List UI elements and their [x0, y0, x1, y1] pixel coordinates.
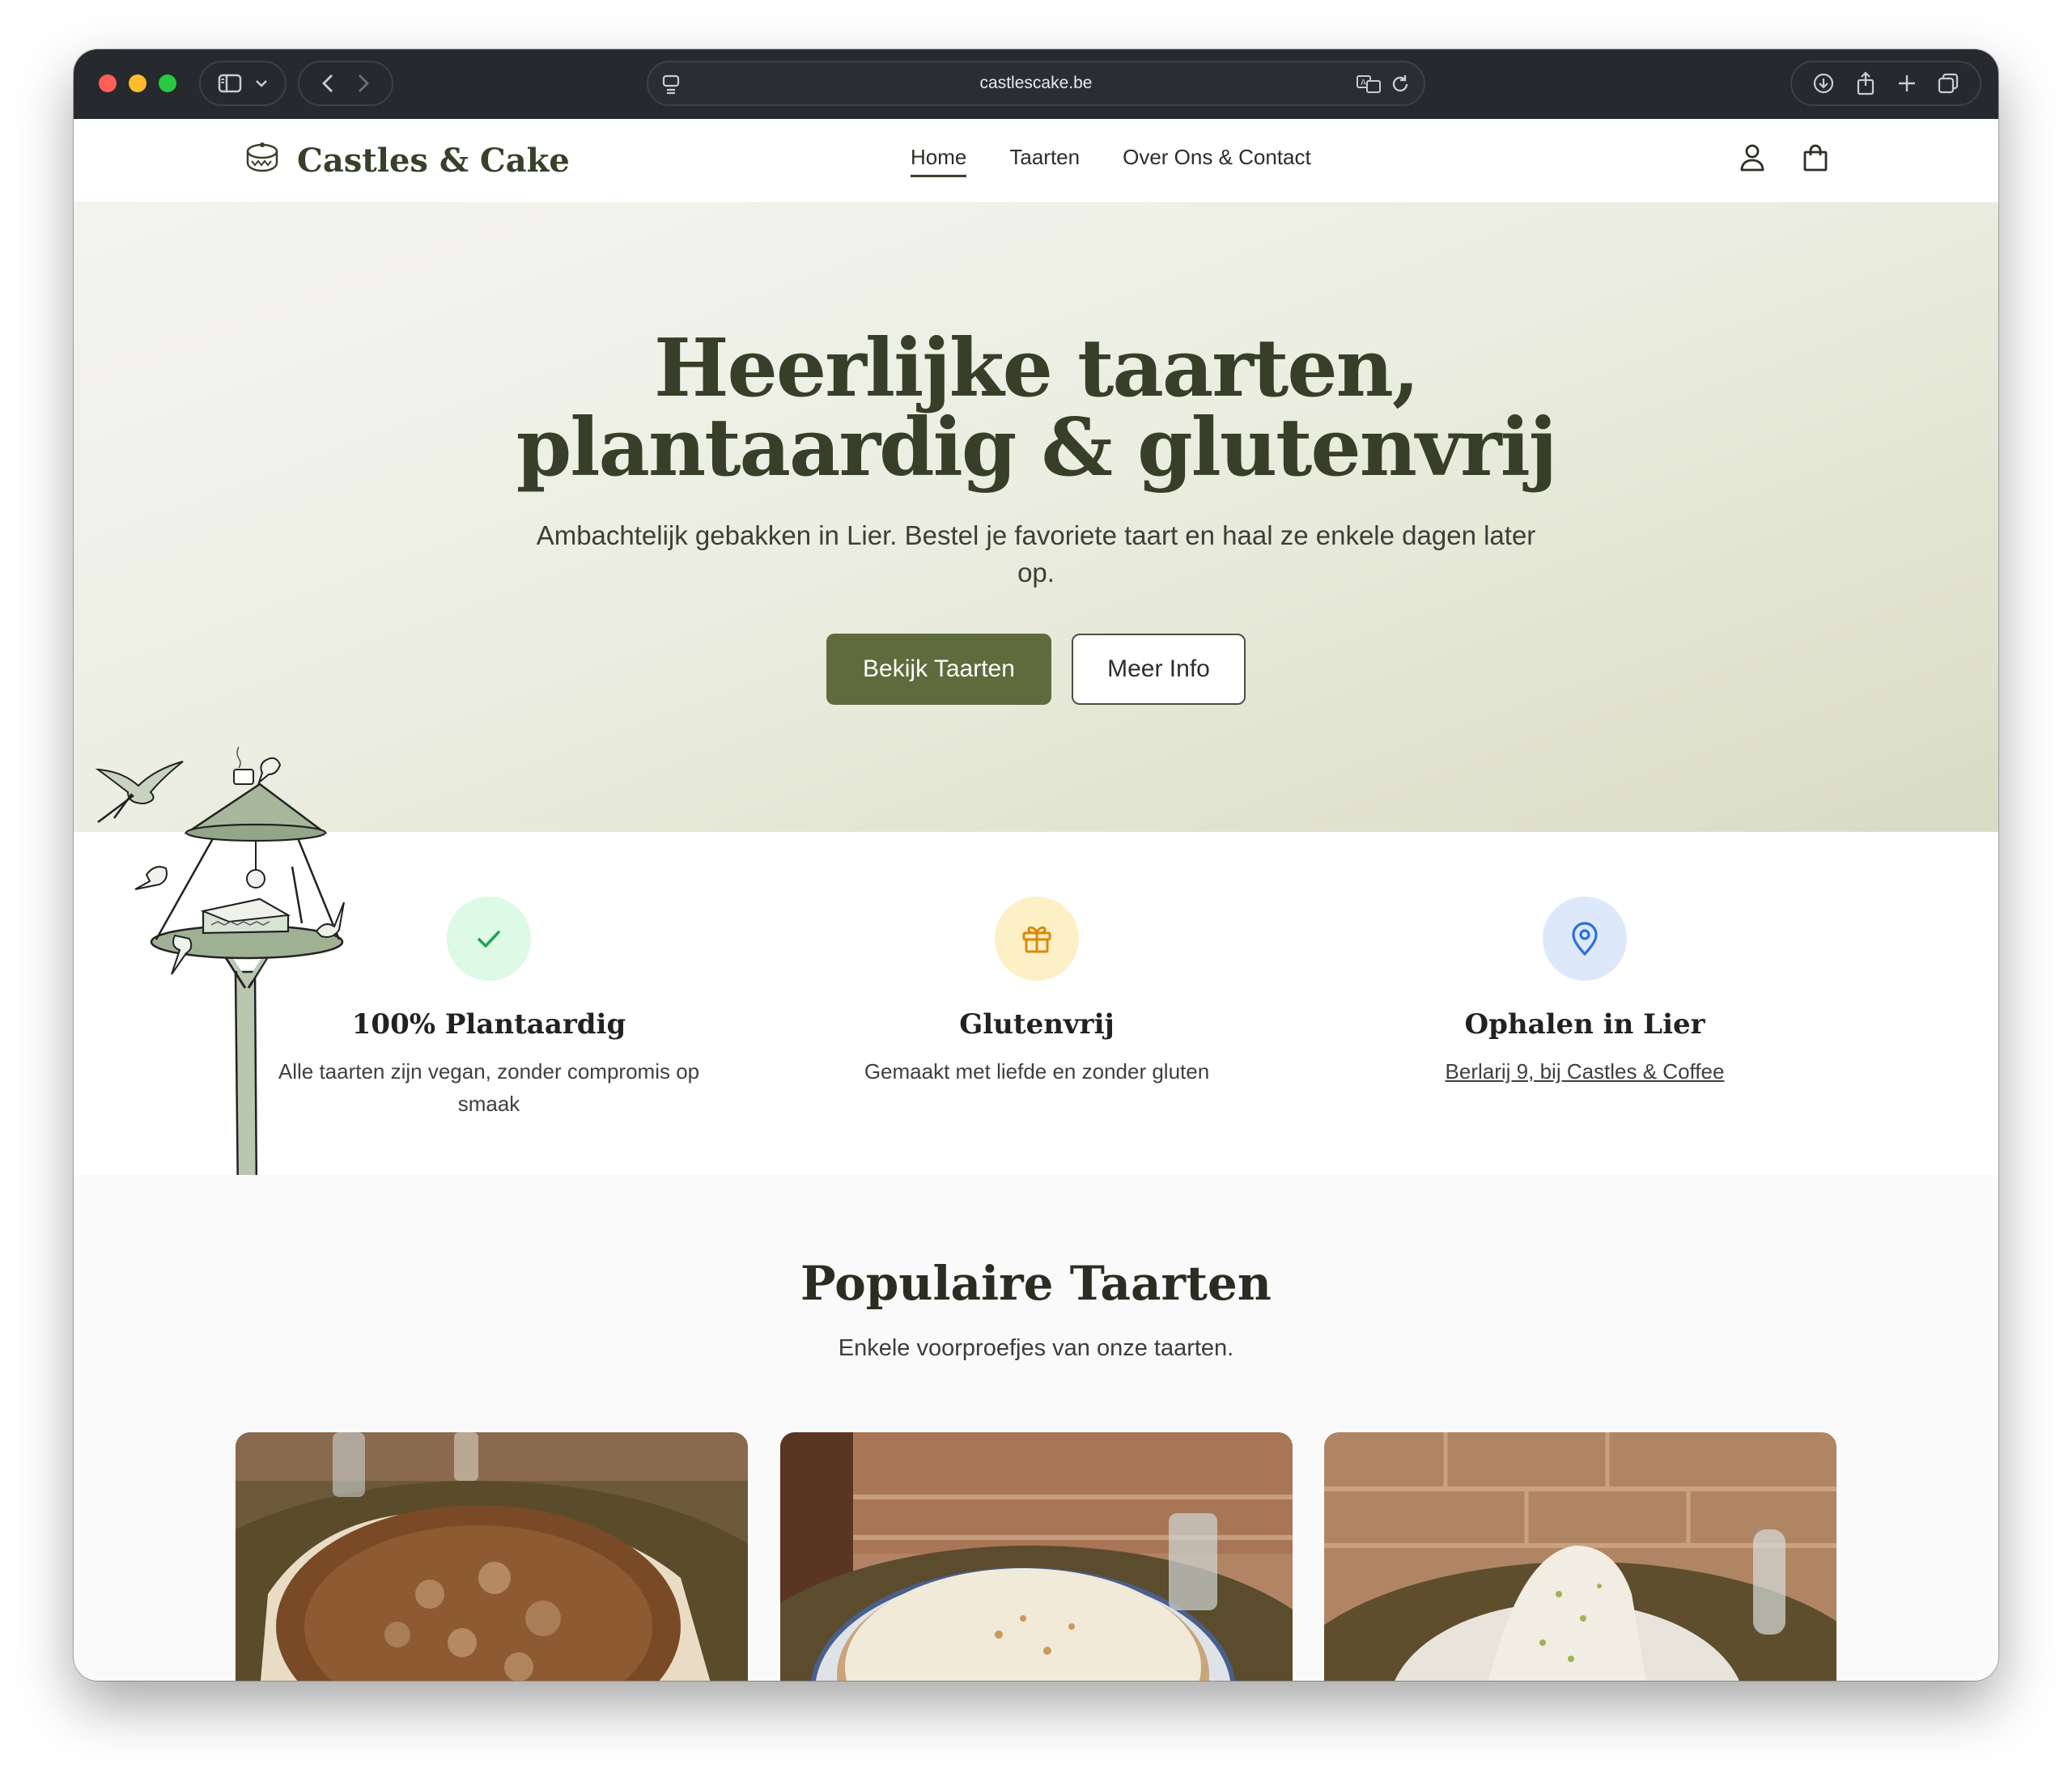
cake-card-3[interactable]: [1324, 1432, 1836, 1681]
browser-window: castlescake.be A Castles & Cake Home Taa…: [74, 49, 1998, 1681]
section-title: Populaire Taarten: [800, 1256, 1272, 1311]
features-section: 100% Plantaardig Alle taarten zijn vegan…: [74, 832, 1998, 1175]
bird-feeder-illustration: [90, 737, 357, 1207]
address-link[interactable]: Berlarij 9, bij Castles & Coffee: [1310, 1055, 1860, 1088]
forward-icon[interactable]: [358, 74, 369, 93]
toolbar-actions: [1790, 61, 1981, 106]
hero-title: Heerlijke taarten, plantaardig & glutenv…: [74, 329, 1998, 488]
popular-section: Populaire Taarten Enkele voorproefjes va…: [74, 1175, 1998, 1681]
bekijk-taarten-button[interactable]: Bekijk Taarten: [826, 634, 1051, 705]
zoom-window-button[interactable]: [159, 74, 176, 92]
feature-ophalen: Ophalen in Lier Berlarij 9, bij Castles …: [1310, 897, 1860, 1088]
back-icon[interactable]: [322, 74, 333, 93]
user-icon[interactable]: [1739, 143, 1765, 176]
svg-text:A: A: [1361, 78, 1366, 87]
cake-photo-2: [780, 1432, 1293, 1681]
history-nav: [298, 61, 393, 106]
sidebar-icon: [218, 74, 242, 93]
download-icon[interactable]: [1812, 72, 1835, 95]
share-icon[interactable]: [1855, 71, 1876, 95]
main-nav: Home Taarten Over Ons & Contact: [911, 145, 1311, 177]
address-bar[interactable]: castlescake.be A: [647, 61, 1425, 106]
check-icon: [447, 897, 531, 981]
meer-info-button[interactable]: Meer Info: [1072, 634, 1246, 705]
cake-logo-icon: [244, 140, 281, 181]
cake-card-2[interactable]: [780, 1432, 1293, 1681]
url-text: castlescake.be: [979, 74, 1093, 92]
nav-actions: [1739, 143, 1828, 176]
new-tab-icon[interactable]: [1897, 74, 1917, 93]
tab-overview-icon[interactable]: [1937, 72, 1959, 95]
cake-card-1[interactable]: [236, 1432, 748, 1681]
hero-section: Heerlijke taarten, plantaardig & glutenv…: [74, 203, 1998, 832]
brand-name: Castles & Cake: [297, 142, 570, 180]
translate-icon[interactable]: A: [1356, 74, 1382, 100]
nav-link-over-ons-contact[interactable]: Over Ons & Contact: [1123, 145, 1311, 177]
sidebar-toggle[interactable]: [199, 61, 287, 106]
chevron-down-icon: [255, 79, 268, 87]
feature-description: Gemaakt met liefde en zonder gluten: [864, 1059, 1210, 1084]
cake-photo-3: [1324, 1432, 1836, 1681]
minimize-window-button[interactable]: [129, 74, 146, 92]
close-window-button[interactable]: [99, 74, 117, 92]
reload-icon[interactable]: [1390, 74, 1411, 100]
brand-logo[interactable]: Castles & Cake: [244, 140, 570, 181]
hero-title-line-2: plantaardig & glutenvrij: [516, 401, 1558, 494]
map-pin-icon: [1543, 897, 1627, 981]
feature-glutenvrij: Glutenvrij Gemaakt met liefde en zonder …: [762, 897, 1312, 1088]
shopping-bag-icon[interactable]: [1802, 143, 1828, 176]
hero-subtitle: Ambachtelijk gebakken in Lier. Bestel je…: [536, 520, 1536, 587]
section-subtitle: Enkele voorproefjes van onze taarten.: [838, 1335, 1234, 1361]
page-menu-icon[interactable]: [661, 74, 681, 100]
feature-title: Ophalen in Lier: [1464, 1008, 1705, 1041]
cake-photo-1: [236, 1432, 748, 1681]
browser-toolbar: castlescake.be A: [74, 49, 1998, 119]
nav-link-home[interactable]: Home: [911, 145, 967, 177]
gift-icon: [995, 897, 1079, 981]
site-header: Castles & Cake Home Taarten Over Ons & C…: [74, 119, 1998, 203]
feature-title: Glutenvrij: [959, 1008, 1115, 1041]
nav-link-taarten[interactable]: Taarten: [1009, 145, 1080, 177]
